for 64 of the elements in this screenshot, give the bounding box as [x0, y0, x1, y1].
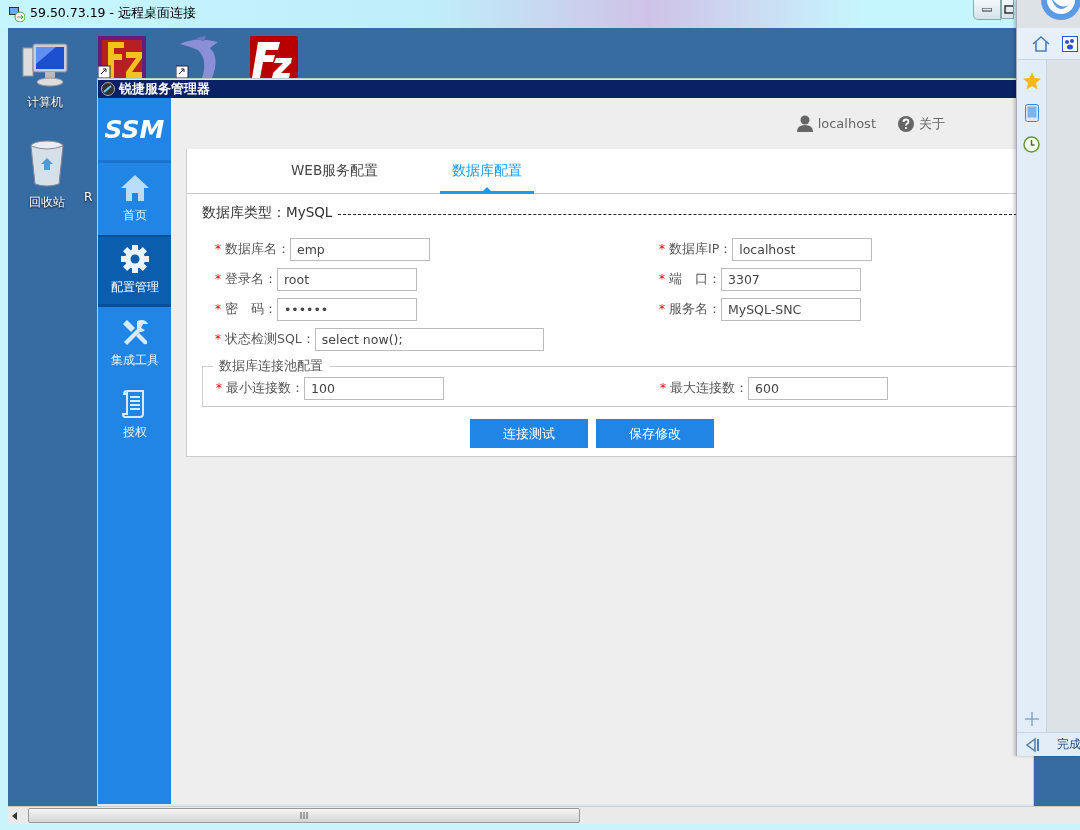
field-label: 登录名：: [225, 270, 277, 288]
star-icon[interactable]: [1022, 72, 1041, 90]
input-field[interactable]: MySQL-SNC: [721, 297, 861, 321]
nav-item[interactable]: 集成工具: [98, 307, 171, 379]
field-label: 最大连接数：: [670, 379, 748, 397]
user-name: localhost: [817, 116, 876, 131]
app-logo-icon: [101, 82, 115, 96]
window-title: 59.50.73.19 - 远程桌面连接: [30, 5, 196, 22]
clock-icon[interactable]: [1023, 136, 1040, 153]
input-field[interactable]: emp: [290, 237, 430, 261]
field-label: 数据库IP：: [669, 240, 733, 258]
minimize-button[interactable]: [973, 0, 1001, 20]
icon-label: 回收站: [29, 194, 65, 211]
field-label: 端 口：: [669, 270, 721, 288]
required-mark: *: [215, 332, 222, 346]
required-mark: *: [215, 242, 222, 256]
required-mark: *: [216, 381, 223, 395]
computer-icon[interactable]: [21, 40, 69, 88]
app-shortcut-icon[interactable]: [250, 36, 298, 78]
input-field[interactable]: 3307: [721, 267, 861, 291]
recycle-bin-icon[interactable]: [29, 140, 65, 188]
required-mark: *: [660, 381, 667, 395]
home-icon: [120, 174, 149, 201]
input-field[interactable]: 600: [748, 376, 888, 400]
action-button[interactable]: 连接测试: [470, 419, 588, 448]
nav-item[interactable]: 首页: [98, 163, 171, 235]
group-legend: 数据库连接池配置: [213, 358, 329, 375]
required-mark: *: [659, 302, 666, 316]
scrollbar-thumb[interactable]: [28, 808, 580, 823]
field-label: 最小连接数：: [226, 379, 304, 397]
gear-icon: [120, 245, 149, 273]
required-mark: *: [215, 272, 222, 286]
maximize-icon: [1004, 4, 1013, 14]
input-field[interactable]: 100: [304, 376, 444, 400]
field-label: 状态检测SQL：: [225, 330, 315, 348]
required-mark: *: [659, 272, 666, 286]
field-label: 服务名：: [669, 300, 721, 318]
tablet-icon[interactable]: [1024, 104, 1039, 122]
app-shortcut-icon[interactable]: [98, 36, 146, 78]
action-button[interactable]: 保存修改: [596, 419, 714, 448]
minimize-icon: [982, 7, 992, 12]
field-label: 密 码：: [225, 300, 277, 318]
input-field[interactable]: root: [277, 267, 417, 291]
nav-item[interactable]: 授权: [98, 379, 171, 451]
user-icon: [796, 115, 813, 132]
input-field[interactable]: localhost: [732, 237, 873, 261]
required-mark: *: [659, 242, 666, 256]
maximize-button[interactable]: [1001, 0, 1014, 19]
status-text: 完成: [1057, 736, 1080, 753]
icon-label: R: [84, 190, 93, 204]
tab[interactable]: WEB服务配置: [279, 149, 391, 193]
required-mark: *: [215, 302, 222, 316]
nav-item[interactable]: 配置管理: [98, 235, 171, 307]
field-label: 数据库名：: [225, 240, 290, 258]
paw-icon[interactable]: [1062, 35, 1078, 52]
window-title: 锐捷服务管理器: [119, 80, 210, 98]
about-link[interactable]: 关于: [919, 114, 945, 133]
help-icon[interactable]: [898, 115, 914, 132]
section-title: 数据库类型：MySQL: [202, 204, 333, 222]
input-field[interactable]: select now();: [314, 327, 544, 351]
input-field[interactable]: ••••••: [277, 297, 417, 321]
remote-desktop-icon: [9, 5, 25, 22]
icon-label: 计算机: [27, 94, 63, 111]
home-icon[interactable]: [1032, 35, 1050, 52]
